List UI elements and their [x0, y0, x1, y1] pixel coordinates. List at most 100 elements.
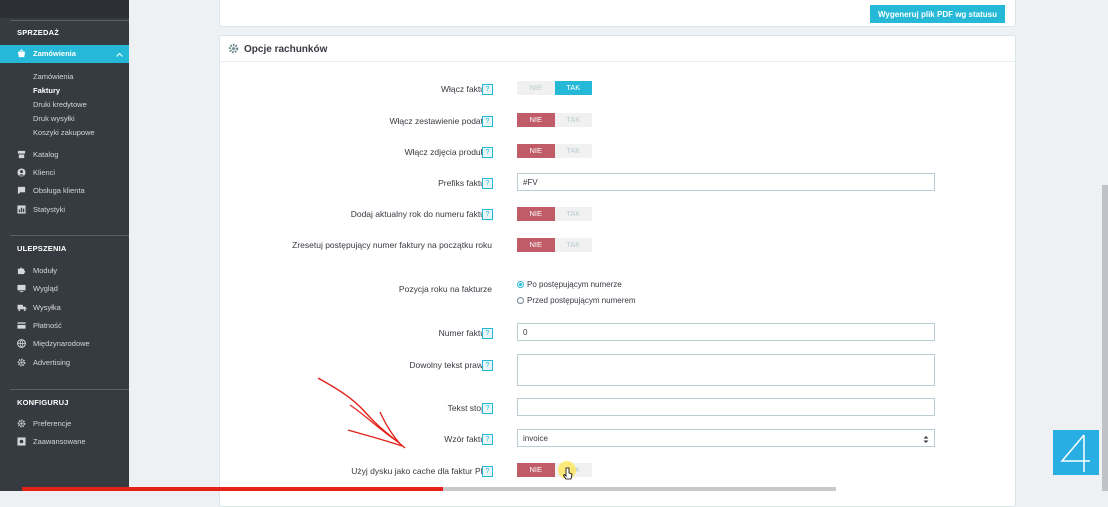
globe-icon	[17, 339, 26, 348]
help-icon[interactable]: ?	[482, 403, 493, 414]
sub-item-carts[interactable]: Koszyki zakupowe	[33, 128, 95, 137]
radio-dot[interactable]	[517, 297, 524, 304]
help-icon[interactable]: ?	[482, 178, 493, 189]
truck-icon	[17, 303, 27, 312]
monitor-icon	[17, 284, 26, 293]
invoice-number-label: Numer faktury	[438, 328, 492, 338]
switch-yes-option[interactable]: TAK	[554, 144, 592, 158]
enable-invoices-switch[interactable]: NIE TAK	[517, 81, 592, 95]
divider	[10, 389, 129, 390]
sidebar-item-label: Moduły	[33, 266, 58, 275]
radio-before-number[interactable]: Przed postępującym numerem	[517, 296, 636, 305]
sidebar: SPRZEDAŻ Zamówienia Zamówienia Faktury D…	[0, 0, 129, 491]
section-sales-title: SPRZEDAŻ	[17, 28, 60, 37]
sidebar-item-label: Katalog	[33, 150, 59, 159]
sidebar-item-orders-label[interactable]: Zamówienia	[17, 49, 76, 58]
tax-breakdown-switch[interactable]: NIE TAK	[517, 113, 592, 127]
sidebar-item-label: Międzynarodowe	[33, 339, 90, 348]
mouse-cursor-icon	[562, 467, 573, 483]
sidebar-item-label: Preferencje	[33, 419, 72, 428]
add-year-label: Dodaj aktualny rok do numeru faktury	[350, 209, 492, 219]
video-progress-buffered[interactable]	[443, 487, 836, 491]
sidebar-item-label: Statystyki	[33, 205, 66, 214]
sidebar-item-stats[interactable]: Statystyki	[17, 205, 65, 214]
chat-icon	[17, 186, 26, 195]
add-year-switch[interactable]: NIE TAK	[517, 207, 592, 221]
help-icon[interactable]: ?	[482, 209, 493, 220]
user-icon	[17, 168, 26, 177]
chevron-up-icon[interactable]	[116, 50, 123, 59]
radio-label: Po postępującym numerze	[527, 280, 622, 289]
sidebar-item-catalog[interactable]: Katalog	[17, 150, 58, 159]
help-icon[interactable]: ?	[482, 360, 493, 371]
divider	[10, 20, 129, 21]
sidebar-item-preferences[interactable]: Preferencje	[17, 419, 71, 428]
radio-label: Przed postępującym numerem	[527, 296, 636, 305]
reset-number-switch[interactable]: NIE TAK	[517, 238, 592, 252]
help-icon[interactable]: ?	[482, 434, 493, 445]
legal-text-textarea[interactable]	[517, 354, 935, 386]
sub-item-orders[interactable]: Zamówienia	[33, 72, 73, 81]
sidebar-item-customer-service[interactable]: Obsługa klienta	[17, 186, 85, 195]
generate-pdf-by-status-button[interactable]: Wygeneruj plik PDF wg statusu	[870, 5, 1005, 23]
sub-item-invoices[interactable]: Faktury	[33, 86, 60, 95]
enable-invoices-label: Włącz faktury	[440, 84, 492, 94]
switch-no-option[interactable]: NIE	[517, 238, 555, 252]
gear-icon	[228, 43, 239, 54]
sidebar-item-label: Płatność	[33, 321, 62, 330]
sidebar-item-payment[interactable]: Płatność	[17, 321, 62, 330]
sidebar-item-customers[interactable]: Klienci	[17, 168, 55, 177]
section-improve-title: ULEPSZENIA	[17, 244, 67, 253]
footer-text-input[interactable]	[517, 398, 935, 416]
gear-icon	[17, 358, 26, 367]
puzzle-icon	[17, 266, 26, 275]
red-arrow-annotation	[317, 377, 406, 449]
product-image-switch[interactable]: NIE TAK	[517, 144, 592, 158]
scrollbar[interactable]	[1102, 185, 1108, 491]
sidebar-item-international[interactable]: Międzynarodowe	[17, 339, 90, 348]
prefix-label: Prefiks faktury	[438, 178, 492, 188]
help-icon[interactable]: ?	[482, 147, 493, 158]
sidebar-item-label: Wysyłka	[33, 303, 61, 312]
product-image-label: Włącz zdjęcia produktu	[404, 147, 492, 157]
disk-cache-switch[interactable]: NIE TAK	[517, 463, 592, 477]
section-config-title: KONFIGURUJ	[17, 398, 69, 407]
card-icon	[17, 321, 26, 330]
switch-yes-option[interactable]: TAK	[554, 81, 592, 95]
switch-no-option[interactable]: NIE	[517, 144, 555, 158]
video-progress-played[interactable]	[22, 487, 443, 491]
switch-no-option[interactable]: NIE	[517, 207, 555, 221]
switch-no-option[interactable]: NIE	[517, 463, 555, 477]
invoice-number-input[interactable]: 0	[517, 323, 935, 341]
switch-yes-option[interactable]: TAK	[554, 207, 592, 221]
sidebar-item-shipping[interactable]: Wysyłka	[17, 303, 61, 312]
switch-no-option[interactable]: NIE	[517, 81, 555, 95]
channel-logo	[1053, 430, 1099, 475]
switch-no-option[interactable]: NIE	[517, 113, 555, 127]
sidebar-item-advanced[interactable]: Zaawansowane	[17, 437, 86, 446]
prefix-input[interactable]: #FV	[517, 173, 935, 191]
panel-header: Opcje rachunków	[220, 36, 1015, 62]
sidebar-item-design[interactable]: Wygląd	[17, 284, 58, 293]
select-arrows-icon	[923, 430, 929, 452]
sidebar-item-advertising[interactable]: Advertising	[17, 358, 70, 367]
reset-number-label: Zresetuj postępujący numer faktury na po…	[292, 240, 492, 250]
help-icon[interactable]: ?	[482, 466, 493, 477]
sidebar-item-label: Klienci	[33, 168, 56, 177]
gear-icon	[17, 419, 26, 428]
basket-icon	[17, 49, 26, 58]
sidebar-item-label: Advertising	[33, 358, 71, 367]
sub-item-delivery-slips[interactable]: Druk wysyłki	[33, 114, 75, 123]
sidebar-item-label: Zaawansowane	[33, 437, 86, 446]
radio-after-number[interactable]: Po postępującym numerze	[517, 280, 622, 289]
sub-item-credit-slips[interactable]: Druki kredytowe	[33, 100, 87, 109]
switch-yes-option[interactable]: TAK	[554, 238, 592, 252]
sidebar-item-modules[interactable]: Moduły	[17, 266, 57, 275]
help-icon[interactable]: ?	[482, 84, 493, 95]
help-icon[interactable]: ?	[482, 116, 493, 127]
template-select[interactable]: invoice	[517, 429, 935, 447]
switch-yes-option[interactable]: TAK	[554, 113, 592, 127]
radio-dot-selected[interactable]	[517, 281, 524, 288]
panel-title: Opcje rachunków	[244, 44, 328, 55]
help-icon[interactable]: ?	[482, 328, 493, 339]
